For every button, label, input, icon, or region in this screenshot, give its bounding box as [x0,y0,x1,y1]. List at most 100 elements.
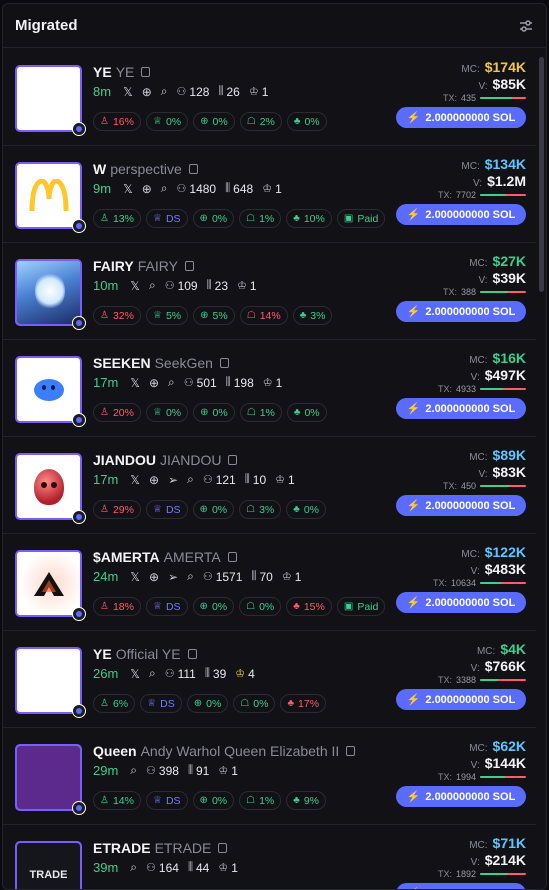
metric-badge: ♙ 16% [93,112,141,131]
metric-badge: ⊕ 0% [186,694,229,713]
quick-buy-button[interactable]: ⚡ 2.000000000 SOL [396,204,526,225]
token-meta-row: 9m 𝕏 ⊕ ⌕ ⚇ 1480 ⫼ 648 ♔ 1 [93,181,282,196]
token-row[interactable]: TRADE ETRADE ETRADE 39m ⌕ ⚇ 164 ⫼ 44 ♔ 1 MC: $71K V: $… [3,825,536,889]
telegram-icon[interactable]: ➢ [168,570,178,584]
token-avatar[interactable] [15,453,82,520]
crown-icon: ♔ [262,377,273,389]
search-icon[interactable]: ⌕ [130,763,137,778]
token-meta-row: 26m 𝕏 ⌕ ⚇ 111 ⫼ 39 ♔ 4 [93,666,255,681]
globe-icon[interactable]: ⊕ [142,182,152,196]
x-icon[interactable]: 𝕏 [123,85,133,99]
token-meta-row: 17m 𝕏 ⊕ ➢ ⌕ ⚇ 121 ⫼ 10 ♔ 1 [93,472,295,487]
search-icon[interactable]: ⌕ [161,181,168,196]
search-icon[interactable]: ⌕ [130,860,137,875]
bolt-icon: ⚡ [406,597,421,609]
quick-buy-button[interactable]: ⚡ 2.000000000 SOL [396,495,526,516]
search-icon[interactable]: ⌕ [149,278,156,293]
insider-icon: ☖ [246,213,256,224]
x-icon[interactable]: 𝕏 [130,667,140,681]
metric-badge: ⊕ 0% [193,112,235,131]
search-icon[interactable]: ⌕ [168,375,175,390]
copy-icon[interactable] [346,746,356,756]
token-avatar[interactable]: TRADE [15,841,82,889]
metric-value: 6% [112,697,129,710]
globe-icon[interactable]: ⊕ [142,85,152,99]
token-avatar[interactable] [15,550,82,617]
copy-icon[interactable] [218,843,228,853]
quick-buy-button[interactable]: ⚡ 2.000000000 SOL [396,592,526,613]
search-icon[interactable]: ⌕ [187,569,194,584]
token-name: FAIRY [137,258,178,274]
token-row[interactable]: YE Official YE 26m 𝕏 ⌕ ⚇ 111 ⫼ 39 ♔ 4 ♙ 6% ♕ DS ⊕ 0% ☖ 0% ♣… [3,631,536,728]
token-avatar[interactable] [15,356,82,423]
token-avatar[interactable] [15,744,82,811]
x-icon[interactable]: 𝕏 [130,279,140,293]
volume: $83K [492,464,526,480]
quick-buy-button[interactable]: ⚡ 2.000000000 SOL [396,107,526,128]
search-icon[interactable]: ⌕ [187,472,194,487]
x-icon[interactable]: 𝕏 [130,376,140,390]
holders-icon: ⚇ [202,571,213,583]
holders-icon: ⚇ [176,86,187,98]
globe-icon[interactable]: ⊕ [149,570,159,584]
x-icon[interactable]: 𝕏 [130,473,140,487]
holders-icon: ⚇ [146,765,156,777]
token-row[interactable]: Wperspective 9m 𝕏 ⊕ ⌕ ⚇ 1480 ⫼ 648 ♔ 1 ♙ 13% ♕ DS ⊕ 0% ☖ 1… [3,146,536,243]
globe-icon[interactable]: ⊕ [149,376,159,390]
scrollbar-thumb[interactable] [539,57,544,292]
scrollbar[interactable] [536,49,546,889]
token-avatar[interactable] [15,65,82,132]
token-row[interactable]: YE YE 8m 𝕏 ⊕ ⌕ ⚇ 128 ⫼ 26 ♔ 1 ♙ 16% ♕ 0% ⊕ 0% ☖ 2% ♣ 0% MC: $17… [3,49,536,146]
token-row[interactable]: $AMERTA AMERTA 24m 𝕏 ⊕ ➢ ⌕ ⚇ 1571 ⫼ 70 ♔ 1 ♙ 18% ♕ DS ⊕ 0%… [3,534,536,631]
x-icon[interactable]: 𝕏 [130,570,140,584]
token-row[interactable]: SEEKEN SeekGen 17m 𝕏 ⊕ ⌕ ⚇ 501 ⫼ 198 ♔ 1 ♙ 20% ♕ 0% ⊕ 0% ☖… [3,340,536,437]
copy-icon[interactable] [141,67,151,77]
tx-count: 1994 [455,772,476,782]
paid-icon: ▣ [343,601,354,612]
txs-count: 44 [196,860,210,875]
token-symbol: JIANDOU [93,452,157,468]
dev-icon: ♕ [152,504,162,515]
token-symbol: $AMERTA [93,549,160,565]
globe-icon[interactable]: ⊕ [149,473,159,487]
token-avatar[interactable] [15,647,82,714]
holders-count: 121 [215,472,236,487]
volume: $483K [484,561,526,577]
sliders-icon[interactable] [518,18,534,34]
metric-value: 0% [211,212,228,225]
token-symbol: W [93,161,107,177]
holders-icon: ⚇ [202,474,213,486]
x-icon[interactable]: 𝕏 [123,182,133,196]
search-icon[interactable]: ⌕ [161,84,168,99]
telegram-icon[interactable]: ➢ [168,473,178,487]
quick-buy-button[interactable]: ⚡ 2.000000000 SOL [396,301,526,322]
token-row[interactable]: JIANDOU JIANDOU 17m 𝕏 ⊕ ➢ ⌕ ⚇ 121 ⫼ 10 ♔ 1 ♙ 29% ♕ DS ⊕ 0%… [3,437,536,534]
holders-count: 164 [158,860,179,875]
metric-value: 14% [259,309,281,322]
txs-stat: ⫼ 26 [218,85,239,99]
buy-sell-bar [480,485,526,487]
token-avatar[interactable] [15,162,82,229]
copy-icon[interactable] [184,261,194,271]
volume-label: V: [478,469,488,480]
search-icon[interactable]: ⌕ [149,666,156,681]
holders-stat: ⚇ 128 [177,85,210,99]
quick-buy-button[interactable]: ⚡ 2.000000000 SOL [396,883,526,889]
quick-buy-button[interactable]: ⚡ 2.000000000 SOL [396,786,526,807]
platform-badge-icon [72,316,86,330]
volume: $39K [492,270,526,286]
copy-icon[interactable] [219,358,229,368]
copy-icon[interactable] [228,455,238,465]
metric-value: 18% [112,600,134,613]
metric-badge: ♣ 15% [286,597,332,616]
quick-buy-button[interactable]: ⚡ 2.000000000 SOL [396,398,526,419]
copy-icon[interactable] [188,164,198,174]
copy-icon[interactable] [187,649,197,659]
token-avatar[interactable] [15,259,82,326]
token-row[interactable]: FAIRY FAIRY 10m 𝕏 ⌕ ⚇ 109 ⫼ 23 ♔ 1 ♙ 32% ♕ 5% ⊕ 5% ☖ 14% ♣ 3… [3,243,536,340]
copy-icon[interactable] [227,552,237,562]
txs-count: 648 [233,181,254,196]
bundle-icon: ♣ [287,698,295,709]
token-row[interactable]: Queen Andy Warhol Queen Elizabeth II 29m ⌕ ⚇… [3,728,536,825]
quick-buy-button[interactable]: ⚡ 2.000000000 SOL [396,689,526,710]
